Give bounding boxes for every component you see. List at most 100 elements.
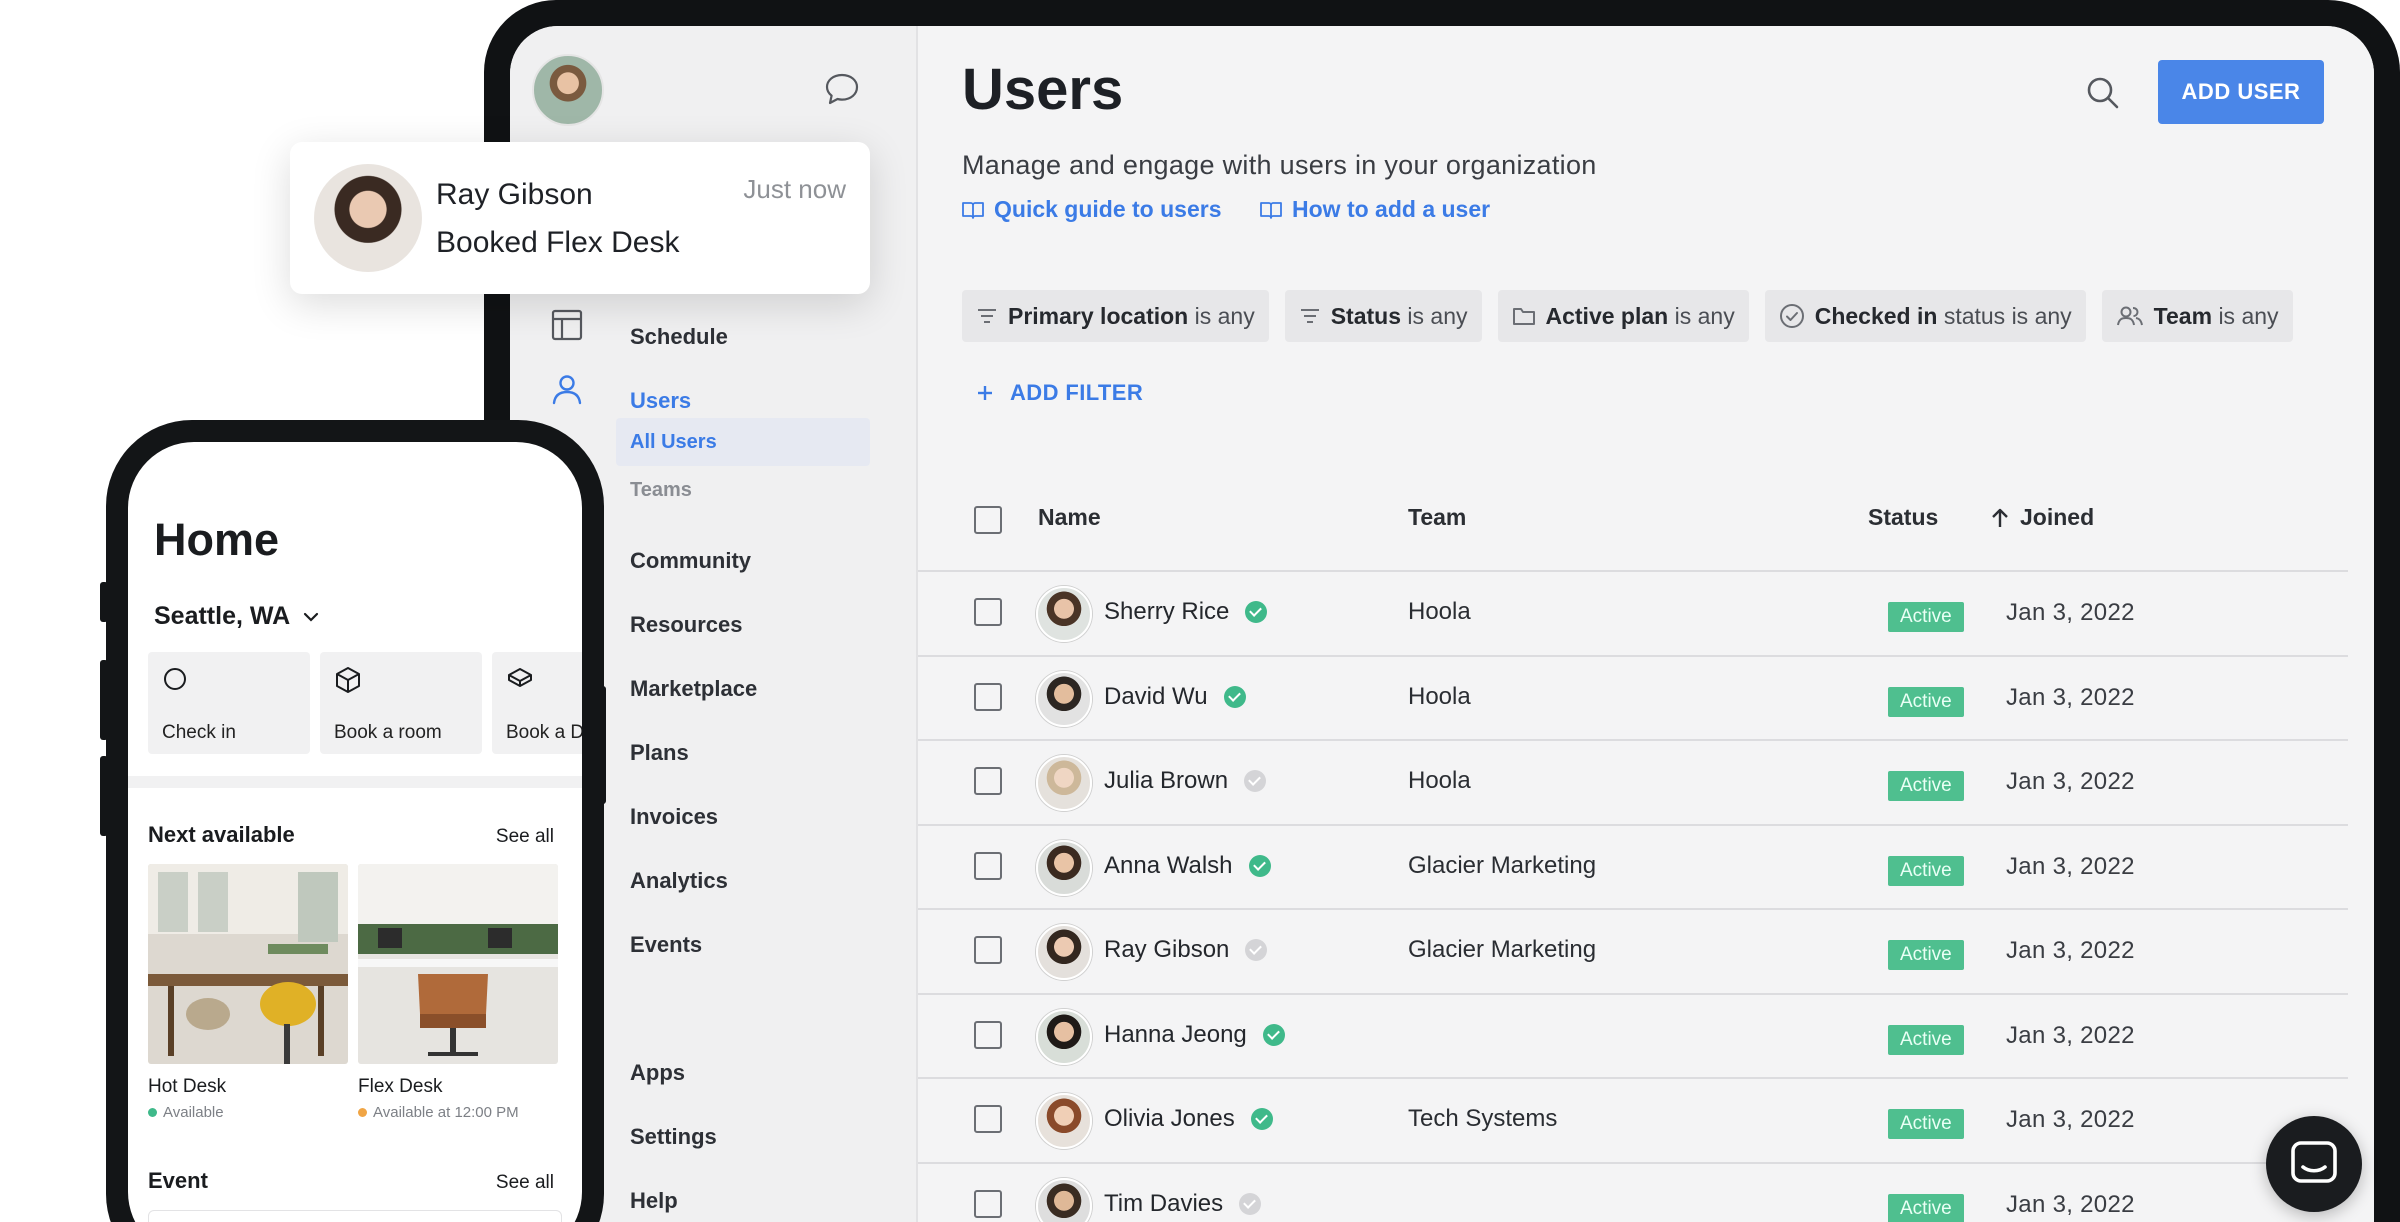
- row-checkbox[interactable]: [974, 936, 1002, 964]
- phone-screen: Home Seattle, WA Check in Book a room Bo…: [128, 442, 582, 1222]
- row-checkbox[interactable]: [974, 851, 1002, 880]
- user-team: Hoola: [1408, 682, 1471, 710]
- profile-avatar[interactable]: [532, 54, 604, 126]
- booking-notification[interactable]: Ray Gibson Booked Flex Desk Just now: [290, 142, 870, 294]
- user-name-label: Olivia Jones: [1104, 1105, 1235, 1132]
- card-title: Hot Desk: [148, 1076, 227, 1097]
- page-title: Users: [962, 57, 1124, 122]
- verified-check-icon: [1239, 1192, 1262, 1215]
- plus-icon: [978, 386, 992, 400]
- filter-team[interactable]: Team is any: [2101, 290, 2293, 342]
- sidebar-item-resources[interactable]: Resources: [630, 610, 743, 640]
- check-in-action[interactable]: Check in: [148, 652, 310, 754]
- location-selector[interactable]: Seattle, WA: [154, 602, 320, 631]
- joined-date: Jan 3, 2022: [2006, 937, 2135, 964]
- avatar: [1036, 1177, 1092, 1222]
- add-filter-button[interactable]: ADD FILTER: [976, 380, 1143, 406]
- messenger-icon: [2291, 1141, 2337, 1183]
- status-badge: Active: [1888, 1109, 1964, 1139]
- sidebar-item-help[interactable]: Help: [630, 1186, 678, 1216]
- quick-guide-link[interactable]: Quick guide to users: [962, 196, 1222, 223]
- sidebar-item-plans[interactable]: Plans: [630, 738, 689, 768]
- sidebar-item-analytics[interactable]: Analytics: [630, 866, 728, 896]
- column-joined[interactable]: Joined: [1990, 504, 2094, 531]
- table-row[interactable]: Hanna Jeong Active Jan 3, 2022: [918, 995, 2348, 1079]
- avatar: [1036, 839, 1092, 896]
- hot-desk-card[interactable]: Hot Desk Available: [148, 864, 348, 1121]
- sidebar-item-users[interactable]: Users: [630, 386, 691, 416]
- sidebar-item-schedule[interactable]: Schedule: [630, 322, 728, 352]
- event-card[interactable]: [148, 1210, 562, 1222]
- user-name[interactable]: Sherry Rice: [1104, 598, 1268, 626]
- row-checkbox[interactable]: [974, 1189, 1002, 1218]
- row-checkbox[interactable]: [974, 1020, 1002, 1049]
- status-badge: Active: [1888, 855, 1964, 886]
- sidebar-sub-teams[interactable]: Teams: [616, 466, 870, 514]
- column-name[interactable]: Name: [1038, 504, 1101, 531]
- table-row[interactable]: Anna Walsh Glacier Marketing Active Jan 3, …: [918, 826, 2348, 910]
- table-row[interactable]: Julia Brown Hoola Active Jan 3, 2022: [918, 741, 2348, 826]
- avatar: [1036, 586, 1092, 642]
- table-body: Sherry Rice Hoola Active Jan 3, 2022 David W…: [918, 572, 2348, 1222]
- user-name-label: Sherry Rice: [1104, 598, 1230, 625]
- user-name[interactable]: Anna Walsh: [1104, 852, 1271, 880]
- sidebar-item-settings[interactable]: Settings: [630, 1122, 717, 1152]
- status-badge: Active: [1888, 771, 1964, 801]
- filter-field: Team: [2153, 302, 2213, 329]
- event-see-all[interactable]: See all: [496, 1172, 554, 1194]
- filter-checked-in[interactable]: Checked in status is any: [1764, 290, 2086, 342]
- column-status[interactable]: Status: [1868, 504, 1938, 531]
- flex-desk-card[interactable]: Flex Desk Available at 12:00 PM: [358, 864, 558, 1121]
- book-desk-action[interactable]: Book a D: [492, 652, 582, 754]
- sidebar-item-community[interactable]: Community: [630, 546, 751, 576]
- search-icon[interactable]: [2080, 70, 2126, 116]
- card-availability: Available at 12:00 PM: [358, 1104, 558, 1121]
- user-name[interactable]: Hanna Jeong: [1104, 1021, 1285, 1049]
- column-team[interactable]: Team: [1408, 504, 1466, 531]
- row-checkbox[interactable]: [974, 598, 1002, 626]
- table-row[interactable]: Tim Davies Active Jan 3, 2022: [918, 1164, 2348, 1222]
- phone-frame: Home Seattle, WA Check in Book a room Bo…: [106, 420, 604, 1222]
- user-icon: [552, 375, 582, 405]
- sidebar-sub-all-users[interactable]: All Users: [616, 418, 870, 466]
- table-row[interactable]: Sherry Rice Hoola Active Jan 3, 2022: [918, 572, 2348, 657]
- user-team: Glacier Marketing: [1408, 851, 1597, 879]
- card-title: Flex Desk: [358, 1076, 443, 1097]
- sidebar-item-marketplace[interactable]: Marketplace: [630, 674, 757, 704]
- chat-bubble-icon[interactable]: [824, 72, 860, 106]
- chat-launcher-button[interactable]: [2266, 1116, 2362, 1212]
- sidebar-item-events[interactable]: Events: [630, 930, 702, 960]
- user-name[interactable]: David Wu: [1104, 683, 1246, 711]
- table-row[interactable]: Ray Gibson Glacier Marketing Active Jan 3, …: [918, 910, 2348, 995]
- row-checkbox[interactable]: [974, 767, 1002, 795]
- action-label: Book a room: [334, 722, 442, 743]
- filter-bar: Primary location is any Status is any Ac…: [962, 290, 2293, 342]
- user-name[interactable]: Olivia Jones: [1104, 1105, 1273, 1133]
- row-checkbox[interactable]: [974, 682, 1002, 711]
- filter-status[interactable]: Status is any: [1284, 290, 1482, 342]
- user-name[interactable]: Ray Gibson: [1104, 936, 1268, 964]
- status-badge: Active: [1888, 602, 1964, 632]
- table-row[interactable]: Olivia Jones Tech Systems Active Jan 3, 202…: [918, 1079, 2348, 1164]
- user-name[interactable]: Julia Brown: [1104, 767, 1267, 795]
- select-all-checkbox[interactable]: [974, 506, 1002, 534]
- add-user-button[interactable]: ADD USER: [2158, 60, 2324, 124]
- joined-date: Jan 3, 2022: [2006, 1021, 2135, 1049]
- sidebar-item-apps[interactable]: Apps: [630, 1058, 685, 1088]
- sidebar-item-invoices[interactable]: Invoices: [630, 802, 718, 832]
- how-to-add-user-link[interactable]: How to add a user: [1260, 196, 1490, 223]
- filter-active-plan[interactable]: Active plan is any: [1497, 290, 1749, 342]
- verified-check-icon: [1245, 939, 1268, 961]
- next-available-see-all[interactable]: See all: [496, 826, 554, 848]
- filter-value: is any: [2218, 302, 2279, 329]
- joined-date: Jan 3, 2022: [2006, 1190, 2135, 1218]
- table-row[interactable]: David Wu Hoola Active Jan 3, 2022: [918, 657, 2348, 741]
- user-team: Tech Systems: [1408, 1105, 1558, 1132]
- next-available-title: Next available: [148, 822, 295, 847]
- row-checkbox[interactable]: [974, 1105, 1002, 1133]
- status-badge: Active: [1888, 940, 1964, 970]
- book-room-action[interactable]: Book a room: [320, 652, 482, 754]
- user-name[interactable]: Tim Davies: [1104, 1190, 1262, 1218]
- action-label: Book a D: [506, 722, 582, 743]
- filter-primary-location[interactable]: Primary location is any: [962, 290, 1269, 342]
